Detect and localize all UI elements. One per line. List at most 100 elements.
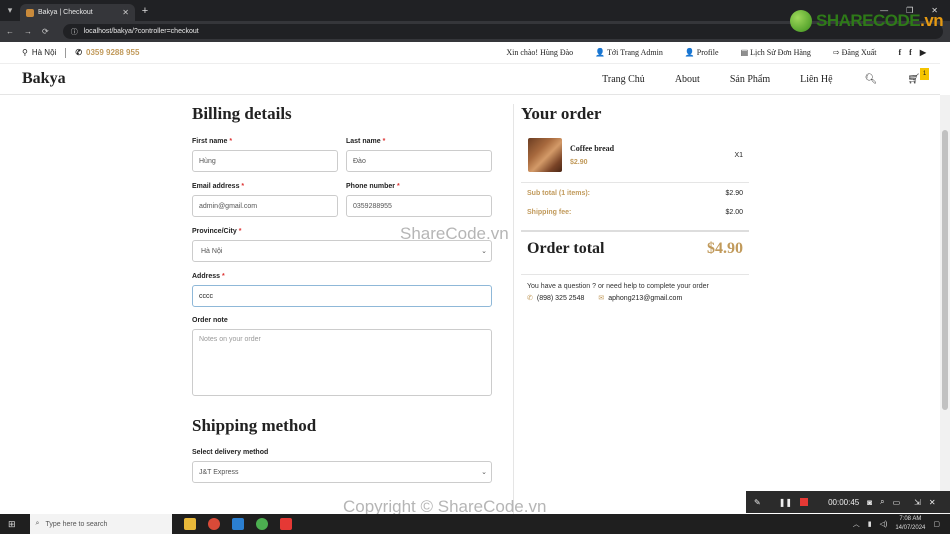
province-label-text: Province/City	[192, 228, 237, 235]
pen-icon[interactable]: ✎	[754, 498, 761, 507]
pause-icon[interactable]: ❚❚	[779, 498, 792, 507]
help-phone[interactable]: ✆ (898) 325 2548	[527, 294, 584, 302]
logout-link[interactable]: ⇨ Đăng Xuất	[833, 48, 877, 57]
forward-icon[interactable]: →	[24, 27, 32, 36]
order-history-link[interactable]: ▤ Lịch Sử Đơn Hàng	[741, 48, 811, 57]
xampp-icon[interactable]	[255, 518, 268, 530]
profile-link[interactable]: 👤 Profile	[685, 48, 719, 57]
vscode-icon[interactable]	[231, 518, 244, 530]
phone-icon: ✆	[75, 48, 83, 57]
search-icon-2: ⌕	[35, 520, 40, 527]
zoom-icon[interactable]: ⌕	[880, 497, 884, 507]
sharecode-logo-main: SHARECODE	[816, 11, 921, 30]
chat-icon[interactable]: ▭	[893, 498, 901, 507]
clock[interactable]: 7:08 AM 14/07/2024	[895, 515, 925, 533]
profile-icon: 👤	[684, 48, 697, 57]
clock-time: 7:08 AM	[899, 516, 922, 522]
email-input[interactable]: admin@gmail.com	[192, 195, 338, 217]
order-total-row: Order total $4.90	[521, 238, 749, 260]
delivery-method-label: Select delivery method	[192, 449, 269, 456]
help-text: You have a question ? or need help to co…	[527, 283, 709, 290]
province-value: Hà Nội	[201, 247, 223, 255]
nav-home[interactable]: Trang Chủ	[602, 74, 645, 85]
order-note-textarea[interactable]: Notes on your order	[192, 329, 492, 396]
facebook-icon-2[interactable]: f	[909, 48, 912, 57]
first-name-label-text: First name	[192, 138, 228, 145]
recorder-app-icon[interactable]	[279, 518, 292, 530]
address-label: Address *	[192, 273, 225, 280]
help-email[interactable]: ✉ aphong213@gmail.com	[598, 294, 682, 302]
billing-title: Billing details	[192, 104, 292, 123]
phone-text: 0359 9288 955	[86, 48, 140, 57]
first-name-label: First name *	[192, 138, 233, 145]
email-label: Email address *	[192, 183, 245, 190]
reload-icon[interactable]: ⟳	[42, 27, 49, 36]
browser-tab[interactable]: Bakya | Checkout ✕	[20, 4, 135, 21]
shipping-fee-label: Shipping fee:	[527, 209, 572, 216]
subtotal-row: Sub total (1 items): $2.90	[521, 190, 749, 197]
item-price: $2.90	[570, 159, 588, 166]
topbar-divider	[65, 47, 67, 58]
scrollbar-thumb[interactable]	[942, 130, 948, 410]
taskbar-search[interactable]: ⌕ Type here to search	[29, 514, 172, 534]
windows-start-icon[interactable]: ⊞	[8, 519, 16, 530]
delivery-method-value: J&T Express	[199, 468, 239, 476]
help-phone-text: (898) 325 2548	[536, 295, 585, 302]
top-info-bar: ⚲ Hà Nội ✆ 0359 9288 955 Xin chào! Hùng Đà…	[0, 42, 940, 64]
stop-icon[interactable]	[800, 498, 809, 506]
item-name: Coffee bread	[570, 144, 615, 153]
close-recorder-icon[interactable]: ✕	[929, 498, 936, 507]
site-info-icon[interactable]: ⓘ	[71, 27, 78, 37]
order-summary: Your order Coffee bread $2.90 X1 Sub tot…	[521, 104, 749, 302]
notifications-icon[interactable]: ▢	[933, 520, 940, 528]
profile-label: Profile	[696, 48, 719, 57]
admin-link[interactable]: 👤 Tới Trang Admin	[595, 48, 663, 57]
order-history-label: Lịch Sử Đơn Hàng	[750, 48, 811, 57]
total-divider	[521, 230, 749, 232]
cart-icon[interactable]: 🛒︎ 1	[907, 67, 929, 85]
volume-icon[interactable]: ◁)	[880, 520, 888, 528]
youtube-icon[interactable]: ▶	[920, 48, 926, 57]
facebook-icon[interactable]: f	[899, 48, 902, 57]
back-icon[interactable]: ←	[6, 27, 14, 36]
network-icon[interactable]: ▮	[868, 520, 872, 528]
delivery-method-select[interactable]: J&T Express ⌄	[192, 461, 492, 483]
nav-contact[interactable]: Liên Hệ	[800, 74, 833, 85]
billing-section: Billing details First name * Hùng Last n…	[192, 104, 492, 483]
windows-taskbar: ⊞ ⌕ Type here to search ︿ ▮ ◁) 7:08 AM 14…	[0, 514, 950, 534]
shipping-title: Shipping method	[192, 416, 317, 435]
collapse-icon[interactable]: ⇲	[914, 498, 921, 507]
address-input[interactable]: cccc	[192, 285, 492, 307]
last-name-label: Last name *	[346, 138, 386, 145]
chevron-down-icon: ⌄	[481, 248, 487, 255]
first-name-input[interactable]: Hùng	[192, 150, 338, 172]
subtotal-value: $2.90	[725, 190, 743, 197]
new-tab-button[interactable]: +	[135, 2, 155, 21]
email-label-text: Email address	[192, 183, 240, 190]
tab-title: Bakya | Checkout	[38, 9, 93, 16]
search-icon[interactable]: 🔍︎	[865, 74, 878, 85]
last-name-input[interactable]: Đào	[346, 150, 492, 172]
url-text: localhost/bakya/?controller=checkout	[83, 28, 199, 35]
close-tab-icon[interactable]: ✕	[122, 8, 129, 17]
camera-icon[interactable]: ◙	[867, 498, 872, 507]
help-email-text: aphong213@gmail.com	[608, 295, 683, 302]
nav-products[interactable]: Sản Phẩm	[730, 74, 770, 85]
product-thumbnail	[528, 138, 562, 172]
chrome-icon[interactable]	[207, 518, 220, 530]
site-logo[interactable]: Bakya	[22, 70, 66, 88]
tray-chevron-icon[interactable]: ︿	[853, 519, 860, 529]
screen-recorder-bar: ✎ ❚❚ 00:00:45 ◙ ⌕ ▭ ⇲ ✕	[746, 491, 950, 513]
phone-icon-2: ✆	[527, 295, 533, 302]
tab-list-icon[interactable]: ▾	[0, 0, 20, 21]
greeting-text: Xin chào! Hùng Đào	[506, 48, 574, 57]
favicon-icon	[26, 8, 34, 17]
receipt-icon: ▤	[740, 48, 751, 57]
file-explorer-icon[interactable]	[183, 518, 196, 530]
recording-time: 00:00:45	[828, 497, 860, 507]
nav-about[interactable]: About	[675, 74, 700, 85]
center-watermark: ShareCode.vn	[400, 224, 509, 243]
logout-label: Đăng Xuất	[841, 48, 877, 57]
phone-input[interactable]: 0359288955	[346, 195, 492, 217]
order-title: Your order	[521, 104, 602, 123]
